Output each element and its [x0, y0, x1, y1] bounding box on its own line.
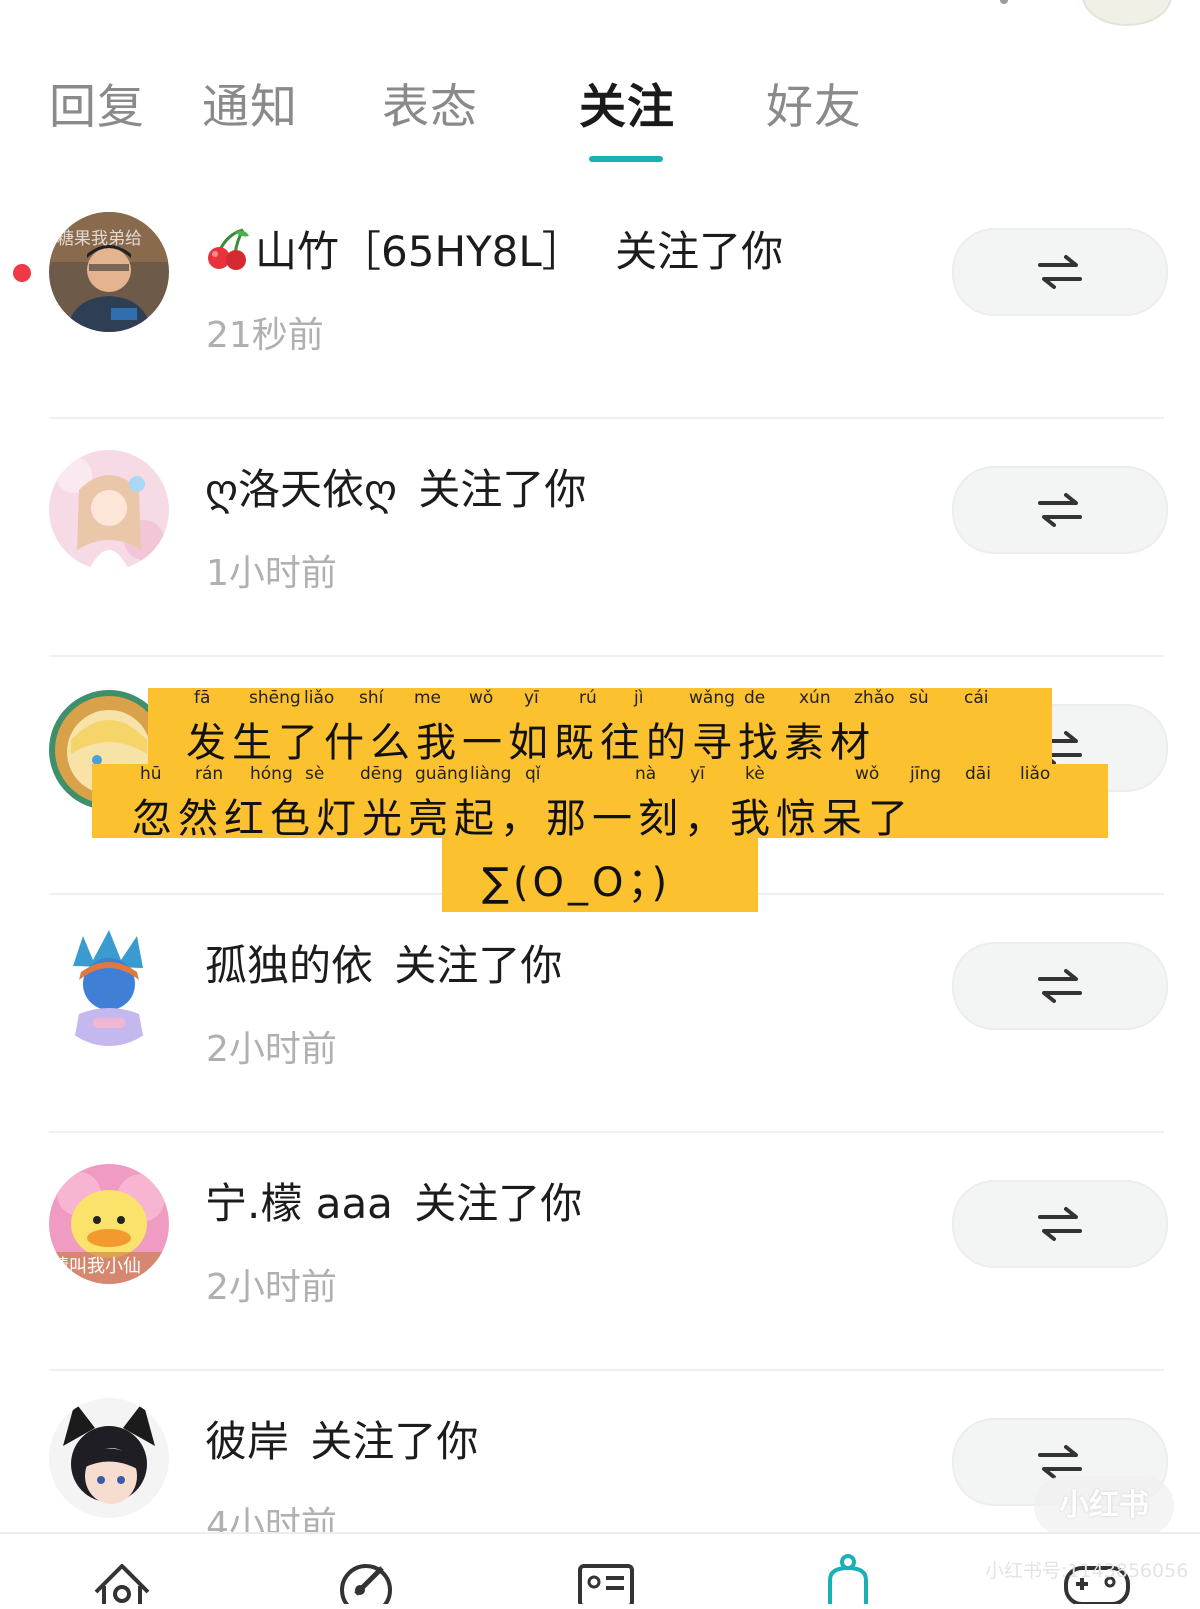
tab-notification[interactable]: 通知	[202, 68, 298, 137]
caption-pinyin: zhǎo	[854, 688, 895, 708]
caption-pinyin: hū	[140, 764, 162, 784]
watermark-logo: 小红书	[1034, 1476, 1174, 1536]
swap-arrows-icon	[1038, 969, 1082, 1003]
home-icon[interactable]	[90, 1560, 154, 1604]
follow-message: 宁.檬 aaa 关注了你	[205, 1170, 582, 1231]
caption-pinyin: yī	[690, 764, 705, 784]
follow-action-text: 关注了你	[418, 465, 587, 514]
caption-pinyin: shí	[359, 688, 384, 708]
tab-reaction[interactable]: 表态	[382, 68, 478, 137]
caption-pinyin: guāng	[415, 764, 469, 784]
caption-pinyin: liàng	[470, 764, 512, 784]
caption-pinyin: qǐ	[525, 764, 541, 784]
caption-emoticon: ∑(O_O；)	[482, 860, 672, 906]
bottom-nav-bar: 小红书号:1143856056	[0, 1532, 1200, 1604]
caption-pinyin: rú	[579, 688, 597, 708]
follow-time: 2小时前	[206, 1267, 337, 1308]
follower-name[interactable]: 孤独的依	[205, 941, 373, 990]
follow-row[interactable]: ღ洛天依ღ 关注了你 1小时前	[0, 420, 1200, 657]
caption-pinyin: liǎo	[1020, 764, 1051, 784]
caption-pinyin: sè	[305, 764, 325, 784]
unread-dot	[13, 264, 31, 282]
follow-time: 21秒前	[206, 315, 324, 356]
caption-text: 忽然红色灯光亮起，那一刻，我惊呆了	[132, 796, 914, 842]
follow-row[interactable]: 请叫我小仙 宁.檬 aaa 关注了你 2小时前	[0, 1134, 1200, 1371]
tab-reply[interactable]: 回复	[49, 68, 145, 137]
caption-pinyin: wǒ	[469, 688, 494, 708]
watermark-id: 小红书号:1143856056	[985, 1560, 1189, 1582]
follow-message: ღ洛天依ღ 关注了你	[205, 456, 586, 517]
follow-message: 山竹［65HY8L］ 关注了你	[205, 218, 783, 282]
follow-back-button[interactable]	[952, 466, 1168, 554]
caption-line-1: fā shēng liǎo shí me wǒ yī rú jì wǎng de xún zhǎo sù c…	[148, 688, 1052, 766]
discover-icon[interactable]	[336, 1560, 396, 1604]
follower-name[interactable]: 山竹［65HY8L］	[255, 227, 584, 276]
caption-pinyin: fā	[194, 688, 211, 708]
follow-message: 孤独的依 关注了你	[205, 932, 562, 993]
caption-line-3: ∑(O_O；)	[442, 838, 758, 912]
avatar-overlay-text: 糖果我弟给	[57, 229, 142, 249]
tab-follow[interactable]: 关注	[579, 68, 675, 137]
follow-message: 彼岸 关注了你	[205, 1408, 478, 1469]
message-icon[interactable]	[822, 1554, 874, 1604]
caption-pinyin: rán	[195, 764, 224, 784]
follow-back-button[interactable]	[952, 1180, 1168, 1268]
follow-action-text: 关注了你	[414, 1179, 583, 1228]
follow-row[interactable]: 孤独的依 关注了你 2小时前	[0, 896, 1200, 1133]
caption-text: 发生了什么我一如既往的寻找素材	[186, 720, 876, 766]
row-divider	[49, 1131, 1164, 1133]
caption-pinyin: de	[744, 688, 766, 708]
swap-arrows-icon	[1038, 255, 1082, 289]
avatar-overlay-text: 请叫我小仙	[51, 1256, 141, 1277]
avatar[interactable]: 糖果我弟给	[49, 212, 169, 332]
card-icon[interactable]	[576, 1560, 636, 1604]
row-divider	[49, 417, 1164, 419]
swap-arrows-icon	[1038, 1207, 1082, 1241]
top-avatar-partial[interactable]	[1082, 0, 1172, 26]
message-tabs: 回复 通知 表态 关注 好友	[0, 58, 1200, 168]
caption-pinyin: cái	[964, 688, 989, 708]
avatar[interactable]	[49, 450, 169, 570]
cherry-emoji-icon	[205, 226, 251, 282]
caption-pinyin: shēng	[249, 688, 301, 708]
follow-action-text: 关注了你	[394, 941, 563, 990]
follow-back-button[interactable]	[952, 228, 1168, 316]
caption-pinyin: sù	[909, 688, 929, 708]
caption-pinyin: jīng	[910, 764, 942, 784]
caption-pinyin: dēng	[360, 764, 403, 784]
follower-name[interactable]: 宁.檬 aaa	[205, 1179, 393, 1228]
follow-time: 1小时前	[206, 553, 337, 594]
follower-name[interactable]: 彼岸	[205, 1417, 289, 1466]
follow-row[interactable]: 糖果我弟给 山竹［65HY8L］ 关注了你 21秒前	[0, 182, 1200, 419]
caption-pinyin: wǒ	[855, 764, 880, 784]
active-tab-indicator	[589, 156, 663, 162]
caption-pinyin: hóng	[250, 764, 293, 784]
follow-action-text: 关注了你	[310, 1417, 479, 1466]
caption-pinyin: wǎng	[689, 688, 735, 708]
tab-friends[interactable]: 好友	[766, 68, 862, 137]
caption-pinyin: kè	[745, 764, 765, 784]
avatar[interactable]	[49, 1398, 169, 1518]
follow-action-text: 关注了你	[615, 227, 784, 276]
caption-pinyin: nà	[635, 764, 657, 784]
caption-pinyin: xún	[799, 688, 831, 708]
caption-line-2: hū rán hóng sè dēng guāng liàng qǐ nà yī kè wǒ jīng d…	[92, 764, 1108, 842]
caption-pinyin: liǎo	[304, 688, 335, 708]
avatar[interactable]	[49, 926, 169, 1046]
avatar[interactable]: 请叫我小仙	[49, 1164, 169, 1284]
follower-name[interactable]: ღ洛天依ღ	[205, 465, 397, 514]
caption-pinyin: jì	[634, 688, 644, 708]
swap-arrows-icon	[1038, 493, 1082, 527]
caption-pinyin: me	[414, 688, 442, 708]
caption-pinyin: yī	[524, 688, 539, 708]
caption-pinyin: dāi	[965, 764, 991, 784]
row-divider	[49, 1369, 1164, 1371]
row-divider	[49, 655, 1164, 657]
follow-time: 2小时前	[206, 1029, 337, 1070]
top-indicator-dot	[1000, 0, 1008, 4]
follow-back-button[interactable]	[952, 942, 1168, 1030]
